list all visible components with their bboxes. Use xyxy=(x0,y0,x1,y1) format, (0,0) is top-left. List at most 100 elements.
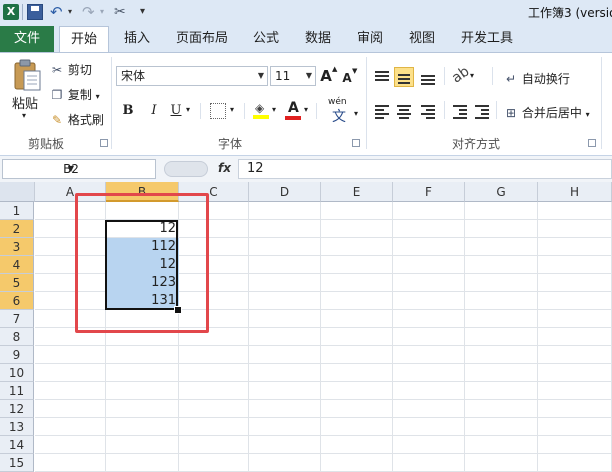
row-header-12[interactable]: 12 xyxy=(0,400,34,418)
tab-file[interactable]: 文件 xyxy=(0,26,54,52)
column-header-e[interactable]: E xyxy=(321,182,393,202)
font-color-dropdown-icon[interactable]: ▾ xyxy=(304,105,308,114)
row-header-9[interactable]: 9 xyxy=(0,346,34,364)
tab-insert[interactable]: 插入 xyxy=(124,26,150,52)
align-bottom-icon[interactable] xyxy=(418,67,438,87)
tab-review[interactable]: 审阅 xyxy=(357,26,383,52)
ribbon-tabs: 文件 开始 插入 页面布局 公式 数据 审阅 视图 开发工具 xyxy=(0,26,612,52)
clipboard-launcher-icon[interactable] xyxy=(100,139,108,147)
row-header-6[interactable]: 6 xyxy=(0,292,34,310)
row-header-7[interactable]: 7 xyxy=(0,310,34,328)
row-header-3[interactable]: 3 xyxy=(0,238,34,256)
row-header-5[interactable]: 5 xyxy=(0,274,34,292)
column-header-g[interactable]: G xyxy=(465,182,538,202)
align-separator xyxy=(444,67,445,85)
format-painter-button[interactable]: ✎ 格式刷 xyxy=(50,111,104,128)
chevron-down-icon: ▼ xyxy=(257,71,264,80)
formula-bar-splitter[interactable] xyxy=(164,161,208,177)
row-header-1[interactable]: 1 xyxy=(0,202,34,220)
highlight-annotation-box xyxy=(75,193,209,333)
save-icon[interactable] xyxy=(27,4,43,20)
increase-indent-icon[interactable] xyxy=(472,101,492,121)
cut-button[interactable]: ✂ 剪切 xyxy=(50,61,92,78)
tools-icon[interactable]: ✂ xyxy=(114,4,130,20)
chevron-down-icon[interactable]: ▼ xyxy=(3,160,139,178)
underline-button[interactable]: U xyxy=(168,101,184,121)
fill-color-icon[interactable]: ◈ xyxy=(252,101,270,121)
fill-color-dropdown-icon[interactable]: ▾ xyxy=(272,105,276,114)
ribbon-home: 粘贴 ▾ ✂ 剪切 ❐ 复制 ▾ ✎ 格式刷 剪贴板 宋体 ▼ 11 ▼ A ▲… xyxy=(0,52,612,156)
tab-page-layout[interactable]: 页面布局 xyxy=(176,26,228,52)
align-center-icon[interactable] xyxy=(394,101,414,121)
font-size-value: 11 xyxy=(275,69,291,83)
row-header-11[interactable]: 11 xyxy=(0,382,34,400)
merge-dropdown-icon[interactable]: ▾ xyxy=(586,110,590,119)
grow-font-arrow-icon: ▲ xyxy=(332,65,338,73)
wrap-text-label: 自动换行 xyxy=(521,72,570,86)
customize-toolbar-icon[interactable]: ▾ xyxy=(140,4,156,20)
excel-logo-icon[interactable]: X xyxy=(3,4,19,20)
copy-dropdown-icon[interactable]: ▾ xyxy=(96,92,100,101)
tab-data[interactable]: 数据 xyxy=(305,26,331,52)
font-separator xyxy=(316,103,317,119)
align-right-icon[interactable] xyxy=(418,101,438,121)
tab-developer[interactable]: 开发工具 xyxy=(461,26,513,52)
column-header-h[interactable]: H xyxy=(538,182,612,202)
toolbar-separator xyxy=(22,4,23,20)
font-launcher-icon[interactable] xyxy=(352,139,360,147)
column-header-d[interactable]: D xyxy=(249,182,321,202)
alignment-group-label: 对齐方式 xyxy=(452,137,501,151)
column-header-f[interactable]: F xyxy=(393,182,465,202)
scissors-icon: ✂ xyxy=(51,63,63,77)
paste-button[interactable]: 粘贴 xyxy=(12,93,38,112)
decrease-indent-icon[interactable] xyxy=(450,101,470,121)
align-middle-icon[interactable] xyxy=(394,67,414,87)
orientation-dropdown-icon[interactable]: ▾ xyxy=(470,71,474,80)
font-size-select[interactable]: 11 ▼ xyxy=(270,66,316,86)
borders-icon[interactable] xyxy=(210,103,226,119)
merge-center-button[interactable]: ⊞ 合并后居中 ▾ xyxy=(504,104,590,121)
alignment-launcher-icon[interactable] xyxy=(588,139,596,147)
phonetic-guide-button[interactable]: wén 文 xyxy=(328,97,352,125)
name-box[interactable]: B2 ▼ xyxy=(2,159,156,179)
formula-input[interactable]: 12 xyxy=(238,159,612,179)
wrap-text-icon: ↵ xyxy=(505,72,517,86)
italic-button[interactable]: I xyxy=(144,101,164,121)
select-all-corner[interactable] xyxy=(0,182,35,202)
paste-dropdown-icon[interactable]: ▾ xyxy=(22,111,26,120)
redo-icon[interactable]: ↷ xyxy=(82,4,98,20)
chevron-down-icon: ▼ xyxy=(305,71,312,80)
font-name-select[interactable]: 宋体 ▼ xyxy=(116,66,268,86)
align-top-icon[interactable] xyxy=(372,67,392,87)
bold-button[interactable]: B xyxy=(118,101,138,121)
worksheet-grid[interactable]: ABCDEFGH 1 2 3 4 5 6 7 8 9 10 11 12 13 14 15 12 112 12 12… xyxy=(0,182,612,472)
tab-home[interactable]: 开始 xyxy=(59,26,109,52)
borders-dropdown-icon[interactable]: ▾ xyxy=(230,105,234,114)
tab-view[interactable]: 视图 xyxy=(409,26,435,52)
grow-font-button[interactable]: A xyxy=(319,66,333,86)
clipboard-group-label: 剪贴板 xyxy=(28,137,65,151)
row-header-10[interactable]: 10 xyxy=(0,364,34,382)
row-header-2[interactable]: 2 xyxy=(0,220,34,238)
group-separator xyxy=(111,57,112,149)
merge-cells-icon: ⊞ xyxy=(505,106,517,120)
quick-access-toolbar: X ↶ ▾ ↷ ▾ ✂ ▾ 工作簿3 (versio xyxy=(0,0,612,27)
font-color-button[interactable]: A xyxy=(284,100,302,121)
orientation-icon[interactable]: ab xyxy=(449,63,472,86)
group-separator xyxy=(366,57,367,149)
row-header-13[interactable]: 13 xyxy=(0,418,34,436)
copy-button[interactable]: ❐ 复制 ▾ xyxy=(50,86,100,103)
paste-icon[interactable] xyxy=(12,59,42,91)
row-header-14[interactable]: 14 xyxy=(0,436,34,454)
row-header-8[interactable]: 8 xyxy=(0,328,34,346)
formula-bar: B2 ▼ fx 12 xyxy=(0,156,612,183)
undo-icon[interactable]: ↶ xyxy=(50,4,66,20)
tab-formulas[interactable]: 公式 xyxy=(253,26,279,52)
row-header-15[interactable]: 15 xyxy=(0,454,34,472)
phonetic-dropdown-icon[interactable]: ▾ xyxy=(354,109,358,118)
wrap-text-button[interactable]: ↵ 自动换行 xyxy=(504,70,570,87)
insert-function-icon[interactable]: fx xyxy=(218,161,231,175)
align-left-icon[interactable] xyxy=(372,101,392,121)
row-header-4[interactable]: 4 xyxy=(0,256,34,274)
underline-dropdown-icon[interactable]: ▾ xyxy=(186,105,190,114)
